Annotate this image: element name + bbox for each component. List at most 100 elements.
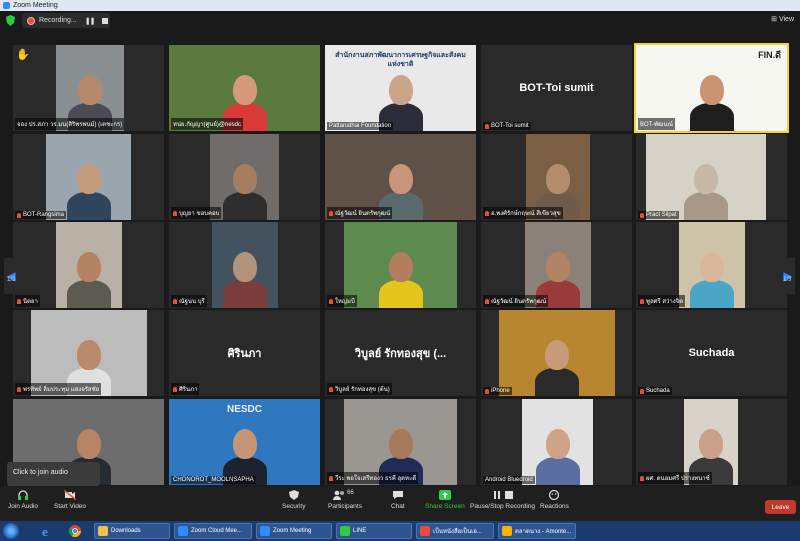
person-head <box>78 75 102 105</box>
shield-icon <box>288 490 300 500</box>
participant-tile[interactable]: FIN.ดี BOT-พัฒนณ์ <box>634 43 789 133</box>
participant-name-text: ผศ. ดนอมศรี ปรางทนาซ์ <box>646 476 710 482</box>
mic-muted-icon <box>485 388 489 394</box>
join-audio-toast[interactable]: Click to join audio <box>7 462 100 486</box>
taskbar-task-button[interactable]: ตลาดนาง - Amonte... <box>498 523 576 539</box>
participant-tile[interactable]: วีระ พอใจเสรีทองว ธรคี อุดหะดี <box>325 399 476 485</box>
participant-tile[interactable]: จอง ปร.สภา วร.มน(สิริพรพนม์) (เตชะกร) <box>13 45 164 131</box>
ie-icon[interactable]: e <box>38 523 56 539</box>
taskbar-task-label: LINE <box>353 528 367 534</box>
participant-display-name: Suchada <box>688 347 735 359</box>
participant-tile[interactable]: ณัฐวัฒน์ ยินดรัพกุฒน์ <box>325 134 476 220</box>
person-silhouette <box>66 192 111 220</box>
participant-name-label: ณัฐวัฒน์ ยินดรัพกุฒน์ <box>483 295 549 307</box>
participant-tile[interactable]: ณัฐวัฒน์ ยินดรัพกุฒน์ <box>481 222 632 308</box>
pause-icon[interactable]: ❚❚ <box>85 17 96 25</box>
security-button[interactable]: Security <box>282 490 305 510</box>
participant-name-label: ผศ. ดนอมศรี ปรางทนาซ์ <box>638 472 712 484</box>
participant-tile[interactable]: หน่ย.กัญญา(ศูนย์)@nesdc <box>169 45 320 131</box>
participant-tile[interactable]: BOT-Rangsima <box>13 134 164 220</box>
participant-tile[interactable]: ผศ. ดนอมศรี ปรางทนาซ์ <box>636 399 787 485</box>
share-screen-icon <box>438 490 451 500</box>
mic-muted-icon <box>329 386 333 392</box>
participant-tile[interactable]: บุญยา ขอบคอบ <box>169 134 320 220</box>
participant-tile[interactable]: ณัฐนน บุรี <box>169 222 320 308</box>
participant-tile[interactable]: นิตยา <box>13 222 164 308</box>
taskbar-task-button[interactable]: เป็นหนังสือเป็นเอ... <box>416 523 494 539</box>
person-head <box>388 252 413 282</box>
participant-name-text: Pattanathai Foundation <box>329 123 392 129</box>
participant-tile[interactable]: Pract Silpat <box>636 134 787 220</box>
participant-tile[interactable]: ศิรินภา ศิรินภา <box>169 310 320 396</box>
participant-tile[interactable]: iPhone <box>481 310 632 396</box>
participant-name-label: iPhone <box>483 387 512 395</box>
participant-tile[interactable]: Suchada Suchada <box>636 310 787 396</box>
person-head <box>546 252 570 282</box>
share-screen-button[interactable]: Share Screen <box>425 490 465 510</box>
participant-name-text: BOT-Toi sumit <box>491 123 529 129</box>
taskbar-task-button[interactable]: Downloads <box>94 523 170 539</box>
prev-page-button[interactable]: ◀ <box>4 258 18 294</box>
participant-name-text: BOT-พัฒนณ์ <box>640 122 674 128</box>
participants-icon: 66 <box>332 490 358 500</box>
participant-name-text: วีระ พอใจเสรีทองว ธรคี อุดหะดี <box>335 476 417 482</box>
participant-tile[interactable]: BOT-Toi sumit BOT-Toi sumit <box>481 45 632 131</box>
headphones-icon <box>17 490 29 500</box>
participant-name-label: หน่ย.กัญญา(ศูนย์)@nesdc <box>171 118 243 130</box>
app-icon <box>260 526 270 536</box>
mic-muted-icon <box>17 298 21 304</box>
chat-icon <box>392 490 404 500</box>
leave-button[interactable]: Leave <box>765 500 796 514</box>
participant-name-text: iPhone <box>491 388 510 394</box>
taskbar-task-label: ตลาดนาง - Amonte... <box>515 529 572 535</box>
participants-button[interactable]: 66 Participants <box>328 490 362 510</box>
meeting-topbar: Recording... ❚❚ ⊞ View <box>0 11 800 31</box>
join-audio-button[interactable]: Join Audio <box>8 490 38 510</box>
person-head <box>546 164 570 194</box>
reactions-label: Reactions <box>540 503 569 510</box>
participant-name-label: วีระ พอใจเสรีทองว ธรคี อุดหะดี <box>327 472 419 484</box>
recording-indicator[interactable]: Recording... ❚❚ <box>22 13 110 28</box>
view-button[interactable]: ⊞ View <box>771 15 794 23</box>
participant-tile[interactable]: ใหญ่มบี <box>325 222 476 308</box>
mic-muted-icon <box>17 386 21 392</box>
pause-recording-label: Pause/Stop Recording <box>470 503 536 510</box>
taskbar-task-button[interactable]: LINE <box>336 523 412 539</box>
participant-name-text: จอง ปร.สภา วร.มน(สิริพรพนม์) (เตชะกร) <box>17 122 123 128</box>
participant-tile[interactable]: วิบูลย์ รักทองสุข (... วิบูลย์ รักทองสุข … <box>325 310 476 396</box>
record-dot-icon <box>27 16 35 25</box>
taskbar-task-button[interactable]: Zoom Cloud Mee... <box>174 523 252 539</box>
mic-muted-icon <box>485 123 489 129</box>
participant-tile[interactable]: พรทิพย์ ลิ่มประทุม แสงจรัสชัย <box>13 310 164 396</box>
security-shield-icon[interactable] <box>6 15 15 26</box>
pause-recording-button[interactable]: Pause/Stop Recording <box>470 490 535 510</box>
chat-button[interactable]: Chat <box>391 490 405 510</box>
start-menu-icon[interactable] <box>3 523 19 539</box>
start-video-button[interactable]: Start Video <box>54 489 86 510</box>
reactions-button[interactable]: Reactions <box>540 489 569 510</box>
taskbar-task-label: Zoom Cloud Mee... <box>191 528 243 534</box>
participant-video <box>499 310 615 396</box>
next-page-button[interactable]: ▶ <box>781 258 795 294</box>
stop-icon[interactable] <box>102 17 109 24</box>
participant-tile[interactable]: NESDC CHONOROT_MOOLNSAPHA <box>169 399 320 485</box>
participant-name-label: ศิรินภา <box>171 383 200 395</box>
person-head <box>388 429 413 459</box>
participant-tile[interactable]: อ.พงศ์รักษ์กฤษณ์ สีเขียวสุข <box>481 134 632 220</box>
participant-name-label: Pract Silpat <box>638 211 679 219</box>
participant-tile[interactable]: สำนักงานสภาพัฒนาการเศรษฐกิจและสังคมแห่งช… <box>325 45 476 131</box>
raised-hand-icon: ✋ <box>16 49 30 61</box>
chrome-icon[interactable] <box>66 523 84 539</box>
taskbar-task-label: เป็นหนังสือเป็นเอ... <box>433 529 482 535</box>
participant-name-text: ณัฐนน บุรี <box>179 299 205 305</box>
participant-tile[interactable]: พูลศรี สว่างจิต <box>636 222 787 308</box>
person-silhouette <box>535 457 580 485</box>
page-indicator-right: 1/3 <box>783 277 792 283</box>
mic-muted-icon <box>329 298 333 304</box>
person-silhouette <box>690 280 734 308</box>
person-silhouette <box>684 192 728 220</box>
join-audio-label: Join Audio <box>8 503 38 510</box>
taskbar-task-button[interactable]: Zoom Meeting <box>256 523 332 539</box>
participant-tile[interactable]: Android Bluedroid <box>481 399 632 485</box>
participant-name-label: ใหญ่มบี <box>327 295 357 307</box>
